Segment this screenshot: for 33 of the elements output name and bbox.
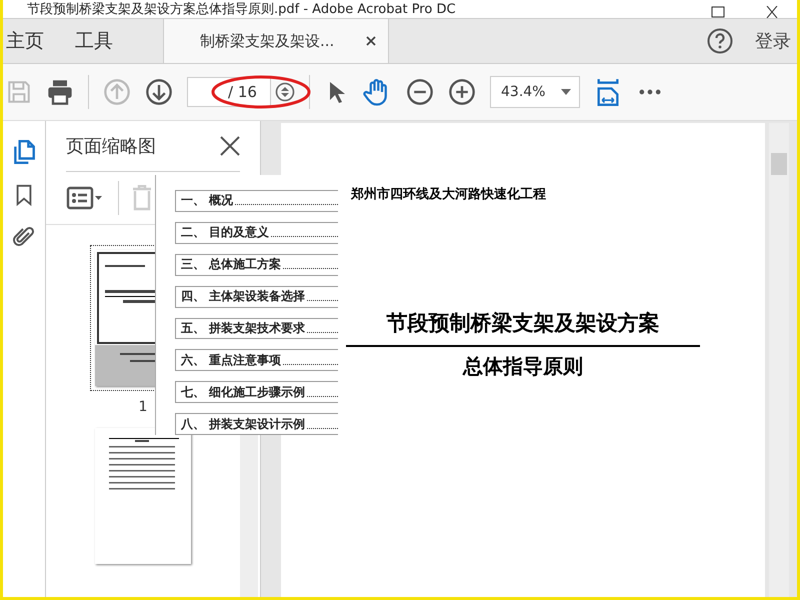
contents-entry[interactable]: 五、 拼装支架技术要求 [175, 318, 338, 340]
zoom-out-icon[interactable] [406, 78, 434, 106]
document-title: 节段预制桥梁支架及架设方案 [386, 310, 660, 337]
document-tab[interactable]: 制桥梁支架及架设... [163, 19, 389, 63]
nav-tab[interactable]: 工具 [72, 19, 117, 63]
page-thumbnail[interactable] [95, 428, 191, 564]
page-number: 1 [138, 399, 148, 415]
maximize-icon[interactable] [711, 6, 725, 18]
contents-entry[interactable]: 一、 概况 [175, 190, 338, 212]
contents-entry[interactable]: 八、 拼装支架设计示例 [175, 413, 338, 435]
scrollbar[interactable] [769, 123, 789, 597]
print-icon[interactable] [46, 78, 74, 106]
nav-tab[interactable]: 主页 [3, 19, 48, 63]
window-title: 节段预制桥梁支架及架设方案总体指导原则.pdf - Adobe Acrobat Pro DC [27, 2, 456, 18]
contents-entry[interactable]: 三、 总体施工方案 [175, 254, 338, 276]
close-icon[interactable] [220, 136, 240, 156]
close-icon[interactable] [765, 6, 779, 18]
document-subtitle: 总体指导原则 [463, 353, 583, 380]
caret-icon [561, 89, 571, 95]
zoom-dropdown[interactable]: 43.4% [490, 76, 580, 108]
contents-entry[interactable]: 四、 主体架设装备选择 [175, 286, 338, 308]
panel-title: 页面缩略图 [66, 135, 156, 158]
stepper-icon[interactable] [275, 82, 295, 102]
contents-entry[interactable]: 二、 目的及意义 [175, 222, 338, 244]
sign-in-link[interactable]: 登录 [755, 29, 791, 53]
contents-entry[interactable]: 六、 重点注意事项 [175, 349, 338, 372]
document-tab-label: 制桥梁支架及架设... [200, 32, 334, 50]
zoom-in-icon[interactable] [448, 78, 476, 106]
help-icon[interactable] [707, 28, 733, 54]
close-icon[interactable] [366, 36, 376, 46]
pages-icon[interactable] [11, 137, 37, 167]
contents-entry[interactable]: 七、 细化施工步骤示例 [175, 381, 338, 404]
document-header: 郑州市四环线及大河路快速化工程 [351, 186, 546, 203]
